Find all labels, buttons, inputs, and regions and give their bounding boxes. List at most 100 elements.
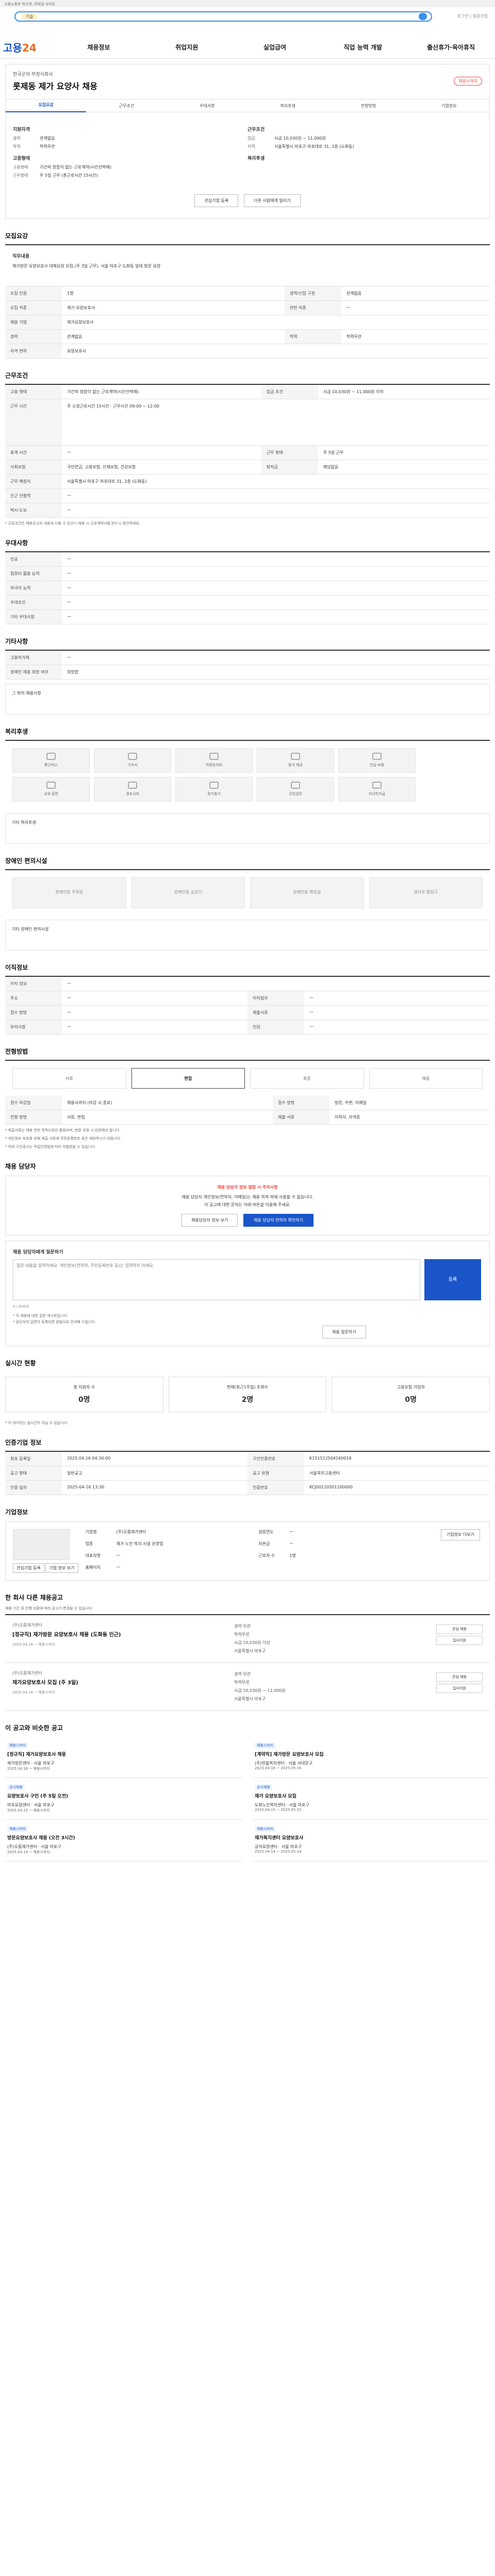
insurance-icon: [372, 753, 382, 760]
house-icon: [128, 753, 137, 760]
list-title[interactable]: [정규직] 재가방문 요양보호사 채용 (도화동 인근): [12, 1630, 234, 1638]
list-item[interactable]: (주)오름재가센터 재가요양보호사 모집 (주 3일) 2025.04.16 ~…: [5, 1663, 490, 1711]
section-title-other: 기타사항: [5, 638, 28, 645]
company-interest-button[interactable]: 관심기업 등록: [13, 1563, 44, 1573]
tab-welfare[interactable]: 복리후생: [248, 103, 328, 109]
search-row: 기술 로그인 | 회원가입: [0, 7, 495, 36]
similar-company: 도화노인복지센터 · 서울 마포구: [255, 1803, 309, 1807]
contact-phone-button[interactable]: 채용 담당자 연락처 확인하기: [243, 1214, 314, 1227]
contact-info-button[interactable]: 채용담당자 정보 보기: [182, 1214, 238, 1227]
table-key: 전형 방법: [5, 1110, 62, 1125]
preferred-section: 전공 — 컴퓨터 활용 능력 — 외국어 능력 — 우대조건 — 기타 우대사항 —: [5, 551, 490, 624]
interest-button[interactable]: 관심 채용: [436, 1624, 483, 1634]
nav-support[interactable]: 취업지원: [143, 43, 231, 52]
share-button[interactable]: 다른 사람에게 알리기: [244, 194, 301, 207]
table-key: 모집 직종: [5, 300, 62, 315]
process-note: * 제출서류는 채용 관련 목적으로만 활용되며, 반환 요청 시 반환해야 합…: [5, 1128, 121, 1132]
section-title-preferred: 우대사항: [5, 539, 28, 547]
welfare-item: 교육·훈련: [12, 777, 90, 802]
similar-title[interactable]: 방문요양보호사 채용 (오전 3시간): [7, 1834, 240, 1841]
worktime-section: 이직 정보 — 주소 — 이직일자 — 접수 방법 — 제출서류 — 유의사항 — 인원 —: [5, 976, 490, 1035]
disability-section: 장애인용 주차장 장애인용 승강기 장애인용 화장실 경사로·출입구: [5, 869, 490, 916]
company-more-button[interactable]: 기업정보 더보기: [440, 1529, 480, 1540]
search-tag[interactable]: 기술: [22, 13, 38, 20]
summary-value: 서울특별시 마포구 마포대로 31, 2층 (도화동): [274, 144, 354, 149]
question-count: 0 / 500자: [13, 1304, 29, 1309]
company-info-grid: 기업명 (주)오름재가센터 설립연도 — 업종 재가 노인 복지 시설 운영업 자본금 — …: [86, 1529, 432, 1573]
question-list-button[interactable]: 채용 질문하기: [322, 1326, 366, 1338]
nav-unemployment[interactable]: 실업급여: [231, 43, 319, 52]
nav-leave[interactable]: 출산휴가·육아휴직: [407, 43, 495, 52]
section-title-worktime: 이직정보: [5, 964, 28, 971]
table-key: 근무 예정지: [5, 474, 62, 489]
similar-title[interactable]: 재가복지센터 요양보호사: [255, 1834, 488, 1841]
table-key: 이직 정보: [5, 977, 62, 991]
table-key: 이직일자: [248, 991, 304, 1006]
similar-item[interactable]: 채용시까지 [계약직] 재가방문 요양보호사 모집 (주)한울복지센터 · 서울 서…: [253, 1736, 490, 1778]
table-key: 장애인 채용 희망 여부: [5, 665, 62, 680]
similar-title[interactable]: 요양보호사 구인 (주 5일 오전): [7, 1792, 240, 1799]
worktime-table: 이직 정보 — 주소 — 이직일자 — 접수 방법 — 제출서류 — 유의사항 — 인원 —: [5, 977, 490, 1035]
search-input[interactable]: 기술: [14, 11, 432, 22]
table-key: 퇴직금: [261, 460, 318, 474]
similar-item[interactable]: 상시채용 재가 요양보호사 모집 도화노인복지센터 · 서울 마포구 2025.04.…: [253, 1778, 490, 1820]
similar-title[interactable]: [계약직] 재가방문 요양보호사 모집: [255, 1751, 488, 1757]
logo-text-b: 24: [22, 42, 37, 54]
tab-preferred[interactable]: 우대사항: [167, 103, 248, 109]
bus-icon: [46, 753, 56, 760]
table-key: 공고 유형: [248, 1466, 304, 1481]
stat-insured: 고용보험 가입자 0명: [332, 1377, 490, 1412]
tab-company[interactable]: 기업정보: [409, 103, 489, 109]
tab-recruit[interactable]: 모집요강: [6, 99, 87, 112]
table-value: 주 소정근로시간 15시간 · 근무시간 09:00 ~ 12:00: [62, 399, 490, 446]
job-tabs: 모집요강 근무조건 우대사항 복리후생 전형방법 기업정보: [6, 99, 489, 112]
tab-conditions[interactable]: 근무조건: [86, 103, 167, 109]
table-key: 전공: [5, 552, 62, 567]
similar-title[interactable]: 재가 요양보호사 모집: [255, 1792, 488, 1799]
apply-button[interactable]: 입사지원: [436, 1684, 483, 1693]
table-value: —: [62, 488, 490, 503]
company-key: 업종: [85, 1541, 93, 1546]
company-value: —: [289, 1541, 294, 1546]
company-key: 홈페이지: [85, 1565, 101, 1570]
section-title-welfare: 복리후생: [5, 728, 28, 735]
restroom-icon: 장애인용 화장실: [250, 877, 364, 908]
welfare-item: 중식 제공: [257, 748, 334, 773]
similar-date: 2025.04.14 ~ 2025.05.14: [255, 1850, 302, 1854]
apply-button[interactable]: 입사지원: [436, 1636, 483, 1645]
table-value: 서울특별시 마포구 마포대로 31, 2층 (도화동): [62, 474, 490, 489]
welfare-item: 경조사비: [94, 777, 171, 802]
similar-tag: 상시채용: [255, 1784, 272, 1790]
similar-title[interactable]: [정규직] 재가요양보호사 채용: [7, 1751, 240, 1757]
question-input[interactable]: [13, 1259, 420, 1300]
welfare-label: 경조사비: [126, 792, 139, 796]
search-icon[interactable]: [419, 13, 427, 20]
tab-process[interactable]: 전형방법: [328, 103, 408, 109]
table-key: 우대조건: [5, 595, 62, 610]
similar-company: 재가방문센터 · 서울 마포구: [7, 1761, 55, 1766]
similar-item[interactable]: 상시채용 요양보호사 구인 (주 5일 오전) 마포요양센터 · 서울 마포구 202…: [5, 1778, 242, 1820]
table-value: 서울북부고용센터: [304, 1466, 490, 1481]
company-name[interactable]: 한국군자 부정식회사: [13, 71, 482, 77]
list-item[interactable]: (주)오름재가센터 [정규직] 재가방문 요양보호사 채용 (도화동 인근) 2…: [5, 1615, 490, 1663]
similar-item[interactable]: 채용시까지 재가복지센터 요양보호사 공덕요양센터 · 서울 마포구 2025.04.…: [253, 1820, 490, 1861]
step-document: 서류: [12, 1068, 126, 1089]
login-links[interactable]: 로그인 | 회원가입: [457, 13, 488, 19]
similar-item[interactable]: 채용시까지 [정규직] 재가요양보호사 채용 재가방문센터 · 서울 마포구 2025…: [5, 1736, 242, 1778]
logo-text-a: 고용: [3, 42, 22, 54]
table-key: 휴게 시간: [5, 445, 62, 460]
other-box: 그 밖의 채용사항: [5, 684, 490, 715]
table-key: 관련 직종: [284, 300, 341, 315]
welfare-item: 기숙사: [94, 748, 171, 773]
interest-company-button[interactable]: 관심기업 등록: [194, 194, 239, 207]
nav-jobs[interactable]: 채용정보: [55, 43, 143, 52]
interest-button[interactable]: 관심 채용: [436, 1672, 483, 1682]
similar-item[interactable]: 채용시까지 방문요양보호사 채용 (오전 3시간) (주)오름재가센터 · 서울 마…: [5, 1820, 242, 1861]
site-logo[interactable]: 고용24: [3, 40, 55, 55]
question-submit-button[interactable]: 등록: [424, 1259, 481, 1300]
table-value: 2025-04-16 13:30: [62, 1481, 248, 1495]
company-info-button[interactable]: 기업 정보 보기: [45, 1563, 78, 1573]
list-title[interactable]: 재가요양보호사 모집 (주 3일): [12, 1678, 234, 1686]
ramp-icon: 경사로·출입구: [369, 877, 483, 908]
nav-training[interactable]: 직업 능력 개발: [319, 43, 407, 52]
